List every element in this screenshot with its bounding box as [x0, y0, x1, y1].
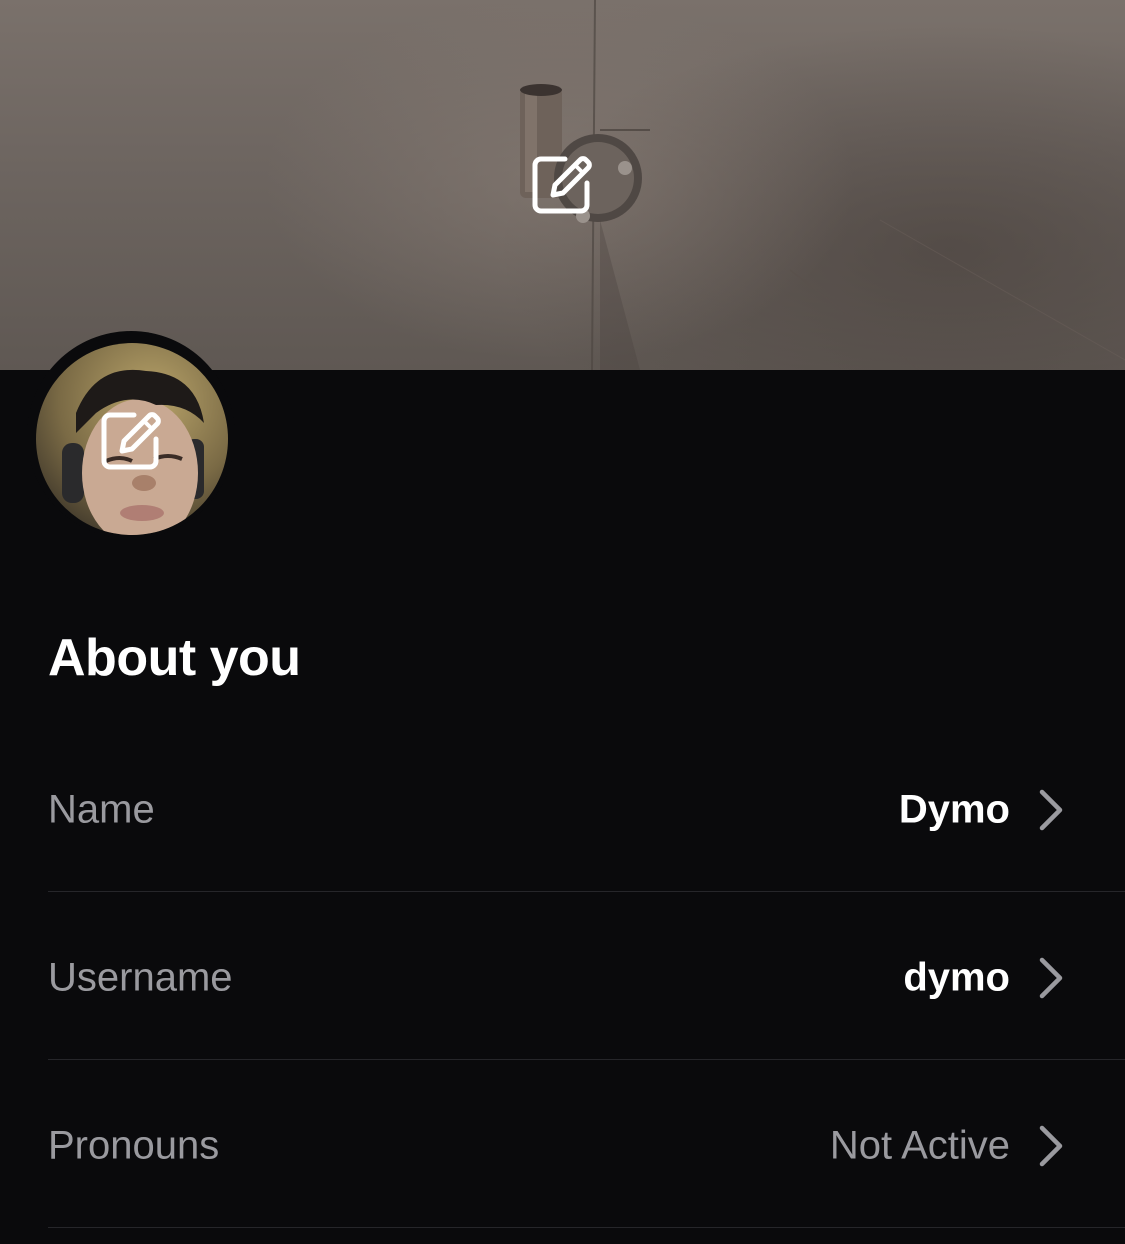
- edit-cover-button[interactable]: [531, 153, 595, 217]
- section-title: About you: [48, 629, 301, 687]
- chevron-right-icon: [1039, 789, 1063, 831]
- row-label: Pronouns: [48, 1123, 220, 1168]
- cover-banner[interactable]: [0, 0, 1125, 370]
- divider: [48, 1059, 1125, 1060]
- edit-square-icon: [532, 156, 592, 214]
- row-value: Not Active: [829, 1123, 1010, 1168]
- row-value: dymo: [903, 955, 1010, 1000]
- divider: [48, 891, 1125, 892]
- row-pronouns[interactable]: Pronouns Not Active: [48, 1062, 1125, 1230]
- row-label: Username: [48, 955, 233, 1000]
- row-name[interactable]: Name Dymo: [48, 726, 1125, 894]
- chevron-right-icon: [1039, 957, 1063, 999]
- edit-square-icon: [101, 412, 161, 470]
- divider: [48, 1227, 1125, 1228]
- row-label: Name: [48, 787, 155, 832]
- edit-avatar-button[interactable]: [100, 409, 164, 473]
- row-value: Dymo: [898, 787, 1010, 832]
- chevron-right-icon: [1039, 1125, 1063, 1167]
- row-username[interactable]: Username dymo: [48, 894, 1125, 1062]
